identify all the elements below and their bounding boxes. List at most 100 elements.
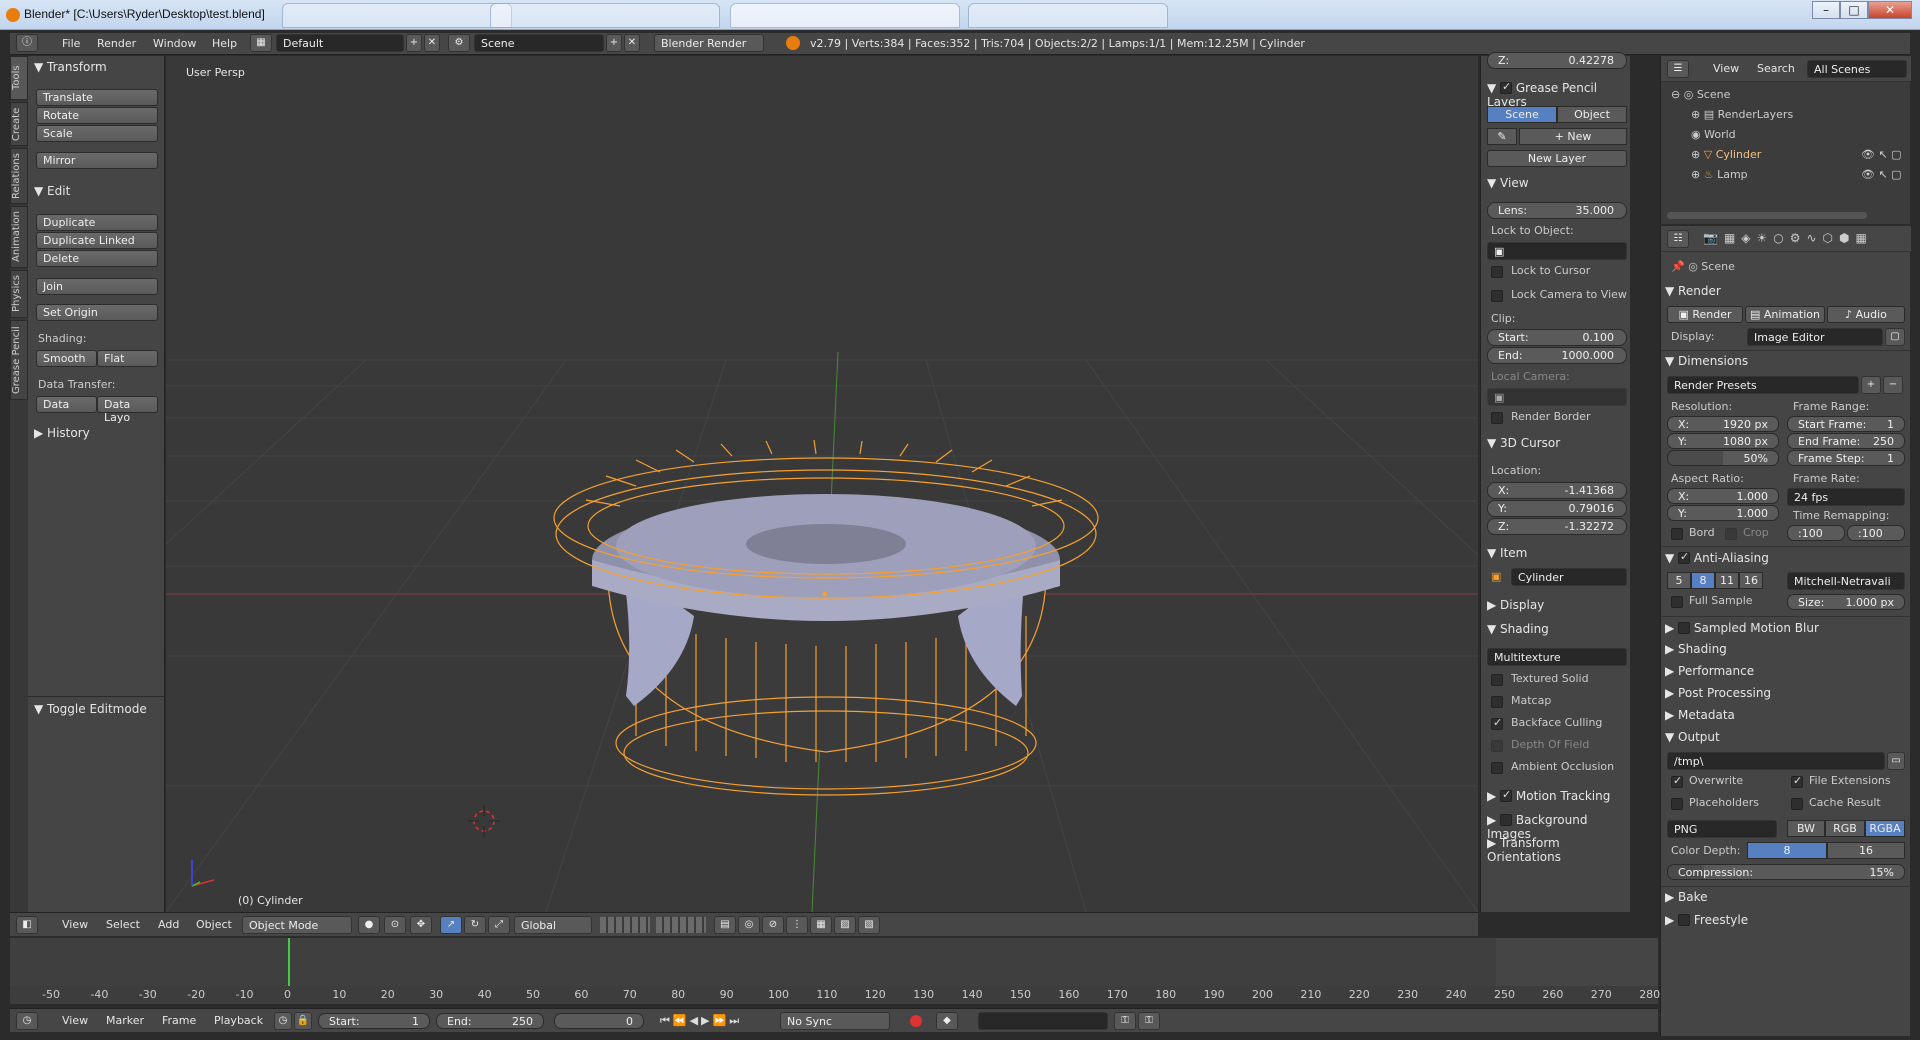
current-frame-indicator[interactable] — [288, 938, 290, 986]
lock-range-icon[interactable]: 🔒 — [294, 1012, 312, 1030]
aa-size-field[interactable]: Size: 1.000 px — [1787, 594, 1905, 610]
motion-tracking-header[interactable]: ▶ Motion Tracking — [1487, 788, 1610, 803]
menu-help[interactable]: Help — [212, 37, 237, 50]
color-depth-16-button[interactable]: 16 — [1827, 842, 1905, 859]
tab-grease-pencil[interactable]: Grease Pencil — [10, 320, 28, 400]
rotate-button[interactable]: Rotate — [36, 107, 158, 124]
frame-rate-select[interactable]: 24 fps — [1787, 488, 1905, 506]
current-frame-field[interactable]: 0 — [554, 1013, 644, 1029]
matcap-checkbox[interactable] — [1491, 696, 1503, 708]
timeline-end-field[interactable]: End: 250 — [436, 1013, 544, 1029]
frame-step-field[interactable]: Frame Step: 1 — [1787, 450, 1905, 466]
outliner-item-lamp[interactable]: ⊕ ♨ Lamp — [1691, 168, 1748, 181]
menu-file[interactable]: File — [62, 37, 80, 50]
rgb-button[interactable]: RGB — [1825, 820, 1865, 837]
render-border-checkbox[interactable] — [1491, 412, 1503, 424]
minimize-button[interactable]: – — [1812, 1, 1840, 19]
aa-filter-select[interactable]: Mitchell-Netravali — [1787, 572, 1905, 590]
timeline-marker-menu[interactable]: Marker — [106, 1014, 144, 1027]
timeline-playback-menu[interactable]: Playback — [214, 1014, 263, 1027]
bw-button[interactable]: BW — [1787, 820, 1825, 837]
menu-window[interactable]: Window — [153, 37, 196, 50]
output-header[interactable]: ▼ Output — [1665, 730, 1720, 744]
border-checkbox[interactable] — [1671, 528, 1683, 540]
properties-editor-icon[interactable]: ☷ — [1667, 230, 1689, 248]
rgba-button[interactable]: RGBA — [1865, 820, 1905, 837]
duplicate-button[interactable]: Duplicate — [36, 214, 158, 231]
resolution-x-field[interactable]: X: 1920 px — [1667, 416, 1779, 432]
cursor-z-field[interactable]: Z: -1.32272 — [1487, 518, 1627, 535]
output-path-field[interactable]: /tmp\ — [1667, 752, 1885, 770]
render-panel-header[interactable]: ▼ Render — [1665, 284, 1721, 298]
pivot-icon[interactable]: ⊙ — [384, 916, 406, 934]
scale-manipulator-icon[interactable]: ⤢ — [488, 916, 510, 934]
aa-8-button[interactable]: 8 — [1691, 572, 1715, 589]
toggle-editmode-header[interactable]: ▼ Toggle Editmode — [34, 702, 147, 716]
top-z-field[interactable]: Z: 0.42278 — [1487, 52, 1627, 69]
outliner-scrollbar[interactable] — [1667, 212, 1867, 219]
full-sample-checkbox[interactable] — [1671, 596, 1683, 608]
add-preset-icon[interactable]: + — [1861, 376, 1881, 394]
keyframe-icon[interactable]: ◆ — [936, 1012, 958, 1030]
shading-mode-icon[interactable]: ● — [358, 916, 380, 934]
scale-button[interactable]: Scale — [36, 125, 158, 142]
record-icon[interactable] — [910, 1015, 922, 1027]
grease-pencil-checkbox[interactable] — [1500, 80, 1513, 94]
lock-object-field[interactable]: ▣ — [1487, 242, 1627, 260]
outliner-view-menu[interactable]: View — [1713, 62, 1739, 75]
rotate-manipulator-icon[interactable]: ↻ — [464, 916, 486, 934]
layers-grid-1[interactable] — [600, 917, 650, 933]
opengl-anim-icon[interactable]: ▧ — [858, 916, 880, 934]
pencil-icon[interactable]: ✎ — [1487, 128, 1517, 145]
anti-aliasing-header[interactable]: ▼ Anti-Aliasing — [1665, 550, 1769, 565]
layers-grid-2[interactable] — [656, 917, 706, 933]
remove-layout-icon[interactable]: ✕ — [424, 34, 440, 52]
display-lock-icon[interactable]: ▢ — [1885, 328, 1905, 346]
delete-button[interactable]: Delete — [36, 250, 158, 267]
info-editor-icon[interactable]: ⓘ — [16, 34, 38, 52]
cursor-y-field[interactable]: Y: 0.79016 — [1487, 500, 1627, 517]
shading-mode-select[interactable]: Multitexture — [1487, 648, 1627, 666]
outliner-item-renderlayers[interactable]: ⊕ ▤ RenderLayers — [1691, 108, 1793, 121]
item-panel-header[interactable]: ▼ Item — [1487, 546, 1527, 560]
aa-16-button[interactable]: 16 — [1739, 572, 1763, 589]
post-processing-header[interactable]: ▶ Post Processing — [1665, 686, 1771, 700]
tab-animation[interactable]: Animation — [10, 206, 28, 268]
audio-button[interactable]: ♪ Audio — [1827, 306, 1905, 323]
grease-pencil-header[interactable]: ▼ Grease Pencil Layers — [1487, 80, 1630, 109]
opengl-render-icon[interactable]: ▨ — [834, 916, 856, 934]
outliner-editor-icon[interactable]: ☰ — [1667, 60, 1689, 78]
resolution-y-field[interactable]: Y: 1080 px — [1667, 433, 1779, 449]
freestyle-checkbox[interactable] — [1678, 914, 1691, 926]
viewport-select-menu[interactable]: Select — [106, 918, 140, 931]
placeholders-checkbox[interactable] — [1671, 798, 1683, 810]
clip-end-field[interactable]: End: 1000.000 — [1487, 347, 1627, 364]
playback-controls-icon[interactable]: ⏮⏪◀▶⏩⏭ — [660, 1014, 742, 1028]
file-format-select[interactable]: PNG — [1667, 820, 1777, 838]
aspect-y-field[interactable]: Y: 1.000 — [1667, 505, 1779, 521]
resolution-percentage-slider[interactable]: 50% — [1667, 450, 1779, 466]
background-images-checkbox[interactable] — [1500, 814, 1513, 826]
color-depth-8-button[interactable]: 8 — [1747, 842, 1827, 859]
history-panel-header[interactable]: ▶ History — [34, 426, 90, 440]
render-presets-select[interactable]: Render Presets — [1667, 376, 1859, 394]
shading-panel-header[interactable]: ▼ Shading — [1487, 622, 1549, 636]
remap-new-field[interactable]: :100 — [1847, 525, 1905, 541]
performance-header[interactable]: ▶ Performance — [1665, 664, 1754, 678]
grease-object-button[interactable]: Object — [1557, 106, 1627, 123]
anti-aliasing-checkbox[interactable] — [1678, 550, 1691, 564]
lock-to-cursor-checkbox[interactable] — [1491, 266, 1503, 278]
render-preview-icon[interactable]: ▦ — [810, 916, 832, 934]
flat-button[interactable]: Flat — [97, 350, 158, 367]
lens-field[interactable]: Lens: 35.000 — [1487, 202, 1627, 219]
display-select[interactable]: Image Editor — [1747, 328, 1883, 346]
tab-tools[interactable]: Tools — [10, 56, 28, 100]
file-extensions-checkbox[interactable] — [1791, 774, 1803, 788]
data-layout-button[interactable]: Data Layo — [97, 396, 158, 424]
viewport-editor-icon[interactable]: ◧ — [16, 916, 38, 934]
translate-button[interactable]: Translate — [36, 89, 158, 106]
maximize-button[interactable]: □ — [1840, 1, 1868, 19]
animation-button[interactable]: ▤ Animation — [1745, 306, 1825, 323]
start-frame-field[interactable]: Start Frame: 1 — [1787, 416, 1905, 432]
outliner-search-menu[interactable]: Search — [1757, 62, 1795, 75]
